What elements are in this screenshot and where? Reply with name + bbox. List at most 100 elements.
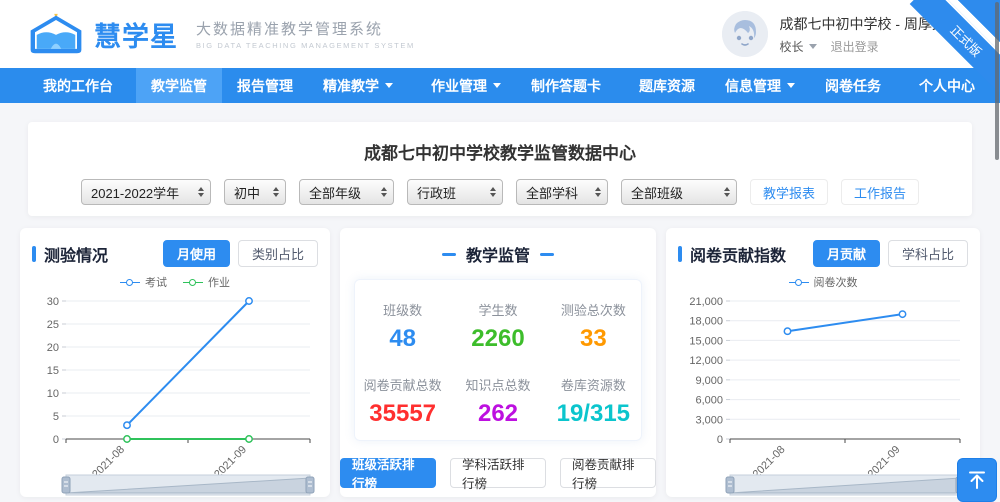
title-dash-icon <box>540 253 554 256</box>
avatar[interactable] <box>722 11 768 57</box>
select-value: 行政班 <box>417 183 456 202</box>
spinner-icon <box>381 187 387 197</box>
nav-item-precision-teaching[interactable]: 精准教学 <box>308 68 408 103</box>
select-class-type[interactable]: 行政班 <box>407 179 503 205</box>
arrow-up-to-line-icon <box>966 469 988 491</box>
main-nav: 我的工作台 教学监管 报告管理 精准教学 作业管理 制作答题卡 题库资源 信息管… <box>0 68 1000 103</box>
select-stage[interactable]: 初中 <box>224 179 286 205</box>
brand-subtitle-cn: 大数据精准教学管理系统 <box>196 18 415 39</box>
nav-item-label: 精准教学 <box>323 76 379 96</box>
app-logo: 慧学星 大数据精准教学管理系统 BIG DATA TEACHING MANAGE… <box>28 12 415 56</box>
role-label: 校长 <box>780 38 804 55</box>
svg-text:21,000: 21,000 <box>689 296 723 308</box>
filter-card: 成都七中初中学校教学监管数据中心 2021-2022学年 初中 全部年级 行政班… <box>28 122 972 216</box>
logout-link[interactable]: 退出登录 <box>831 38 879 55</box>
panel-title: 教学监管 <box>466 242 530 266</box>
chart-container: 0510152025302021-082021-09 <box>20 291 330 497</box>
title-accent-bar <box>678 246 682 262</box>
chevron-down-icon <box>385 83 393 88</box>
stat-value: 33 <box>546 325 641 353</box>
stats-card: 班级数 48 学生数 2260 测验总次数 33 阅卷贡献总数 35557 <box>354 279 642 441</box>
svg-text:25: 25 <box>47 319 59 331</box>
teaching-report-button[interactable]: 教学报表 <box>750 179 828 205</box>
avatar-face-icon <box>722 11 768 57</box>
spinner-icon <box>595 187 601 197</box>
select-value: 全部班级 <box>631 183 683 202</box>
svg-text:3,000: 3,000 <box>695 414 723 426</box>
chevron-down-icon <box>809 44 817 49</box>
stat-class-count: 班级数 48 <box>355 300 450 353</box>
svg-text:0: 0 <box>53 434 59 446</box>
panel-title: 测验情况 <box>44 242 108 266</box>
stat-label: 班级数 <box>355 300 450 319</box>
stat-test-total: 测验总次数 33 <box>546 300 641 353</box>
svg-text:18,000: 18,000 <box>689 316 723 328</box>
select-subject[interactable]: 全部学科 <box>516 179 608 205</box>
version-ribbon: 正式版 <box>908 0 1000 92</box>
select-grade[interactable]: 全部年级 <box>299 179 394 205</box>
back-to-top-button[interactable] <box>957 458 997 502</box>
nav-item-question-bank[interactable]: 题库资源 <box>624 68 710 103</box>
category-ratio-tab[interactable]: 类别占比 <box>238 240 318 267</box>
stat-label: 学生数 <box>450 300 545 319</box>
stat-label: 阅卷贡献总数 <box>355 375 450 394</box>
page-scrollbar[interactable] <box>995 2 999 160</box>
select-class[interactable]: 全部班级 <box>621 179 737 205</box>
spinner-icon <box>198 187 204 197</box>
nav-item-workbench[interactable]: 我的工作台 <box>28 68 128 103</box>
stat-value: 48 <box>355 325 450 353</box>
subject-ratio-tab[interactable]: 学科占比 <box>888 240 968 267</box>
nav-item-teaching-supervision[interactable]: 教学监管 <box>136 68 222 103</box>
nav-item-answer-card[interactable]: 制作答题卡 <box>516 68 616 103</box>
nav-item-homework-management[interactable]: 作业管理 <box>416 68 516 103</box>
stat-label: 知识点总数 <box>450 375 545 394</box>
role-dropdown[interactable]: 校长 <box>780 38 817 55</box>
svg-text:15,000: 15,000 <box>689 335 723 347</box>
datazoom-handle-left[interactable] <box>726 477 734 493</box>
chevron-down-icon <box>787 83 795 88</box>
brand-subtitle-en: BIG DATA TEACHING MANAGEMENT SYSTEM <box>196 41 415 50</box>
datazoom-slider[interactable] <box>62 475 314 495</box>
panel-title: 阅卷贡献指数 <box>690 242 786 266</box>
svg-text:30: 30 <box>47 296 59 308</box>
spinner-icon <box>273 187 279 197</box>
legend-item[interactable]: 考试 <box>120 274 167 290</box>
app-header: 慧学星 大数据精准教学管理系统 BIG DATA TEACHING MANAGE… <box>0 0 1000 68</box>
dashboard-panels: 测验情况 月使用 类别占比 考试作业 0510152025302021-0820… <box>20 228 980 497</box>
monthly-contribution-tab[interactable]: 月贡献 <box>813 240 880 267</box>
datazoom-handle-right[interactable] <box>306 477 314 493</box>
filter-row: 2021-2022学年 初中 全部年级 行政班 全部学科 全部班级 教学报表 工… <box>28 179 972 205</box>
class-activity-rank-button[interactable]: 班级活跃排行榜 <box>340 458 436 488</box>
grading-contribution-rank-button[interactable]: 阅卷贡献排行榜 <box>560 458 656 488</box>
panel-teaching-supervision: 教学监管 班级数 48 学生数 2260 测验总次数 33 <box>340 228 656 497</box>
page-title: 成都七中初中学校教学监管数据中心 <box>28 139 972 164</box>
legend-marker-icon <box>183 278 203 287</box>
monthly-usage-tab[interactable]: 月使用 <box>163 240 230 267</box>
select-value: 初中 <box>234 183 260 202</box>
stat-knowledge-points: 知识点总数 262 <box>450 375 545 428</box>
select-value: 2021-2022学年 <box>91 183 179 202</box>
svg-text:5: 5 <box>53 411 59 423</box>
svg-text:6,000: 6,000 <box>695 395 723 407</box>
brand-name: 慧学星 <box>94 15 178 54</box>
stat-grading-total: 阅卷贡献总数 35557 <box>355 375 450 428</box>
nav-item-label: 信息管理 <box>725 76 781 96</box>
svg-text:15: 15 <box>47 365 59 377</box>
stat-paper-resources: 卷库资源数 19/315 <box>546 375 641 428</box>
select-school-year[interactable]: 2021-2022学年 <box>81 179 211 205</box>
legend-item[interactable]: 阅卷次数 <box>789 274 858 290</box>
title-dash-icon <box>442 253 456 256</box>
legend-item[interactable]: 作业 <box>183 274 230 290</box>
select-value: 全部年级 <box>309 183 361 202</box>
legend-marker-icon <box>789 278 809 287</box>
work-report-button[interactable]: 工作报告 <box>841 179 919 205</box>
datazoom-slider[interactable] <box>726 475 964 495</box>
datazoom-handle-left[interactable] <box>62 477 70 493</box>
nav-item-report-management[interactable]: 报告管理 <box>222 68 308 103</box>
chart-svg: 0510152025302021-082021-09 <box>32 291 318 497</box>
chart-container: 03,0006,0009,00012,00015,00018,00021,000… <box>666 291 980 497</box>
subject-activity-rank-button[interactable]: 学科活跃排行榜 <box>450 458 546 488</box>
chart-svg: 03,0006,0009,00012,00015,00018,00021,000… <box>678 291 968 497</box>
nav-item-info-management[interactable]: 信息管理 <box>710 68 810 103</box>
nav-item-grading-tasks[interactable]: 阅卷任务 <box>810 68 896 103</box>
